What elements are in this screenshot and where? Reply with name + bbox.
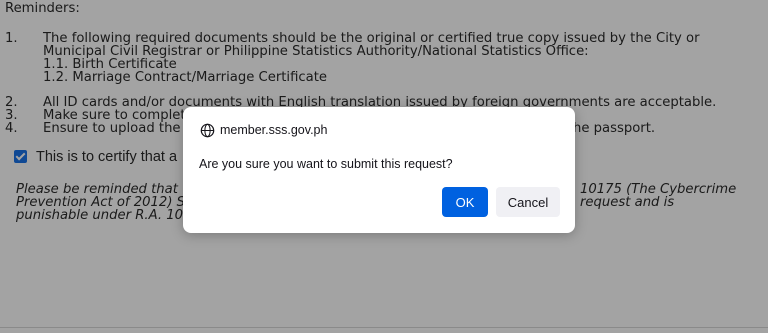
divider bbox=[0, 327, 768, 328]
confirm-dialog: member.sss.gov.ph Are you sure you want … bbox=[183, 107, 575, 233]
ok-button[interactable]: OK bbox=[442, 187, 488, 217]
globe-icon bbox=[200, 123, 215, 138]
dialog-message: Are you sure you want to submit this req… bbox=[199, 157, 453, 171]
dialog-origin: member.sss.gov.ph bbox=[220, 123, 328, 137]
cancel-button[interactable]: Cancel bbox=[496, 187, 560, 217]
